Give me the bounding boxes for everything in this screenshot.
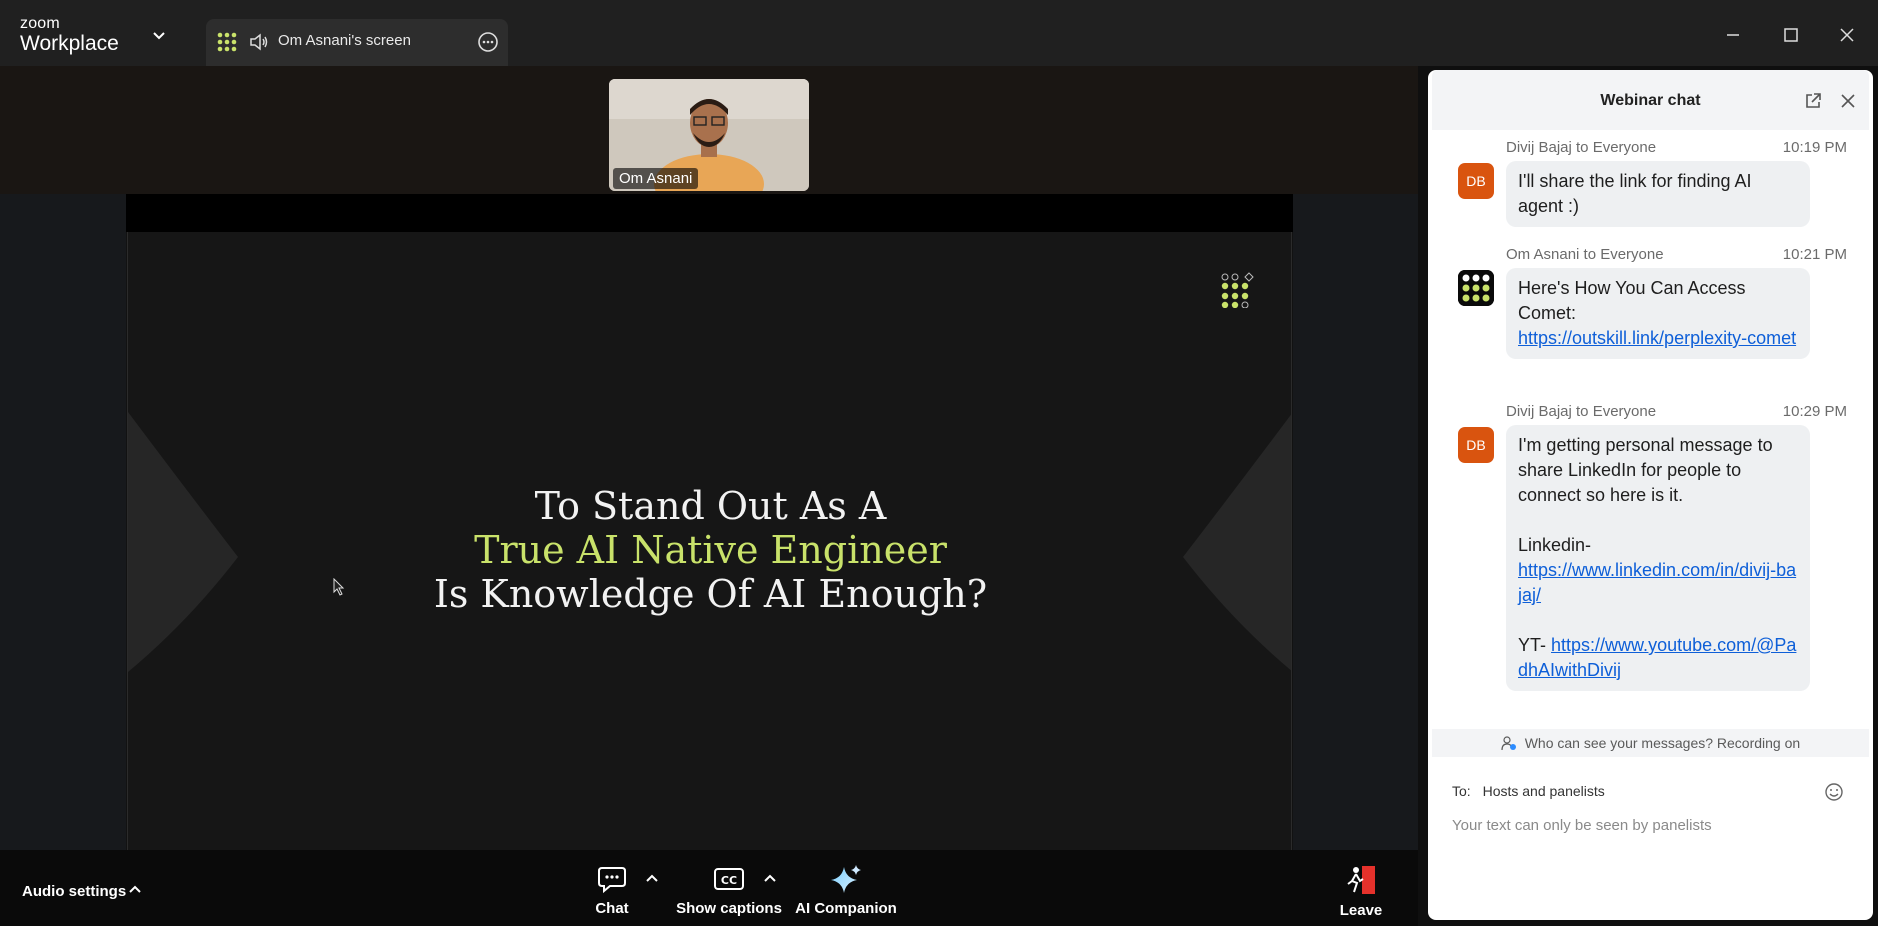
ai-companion-label: AI Companion — [795, 900, 897, 917]
participant-video-thumbnail[interactable]: Om Asnani — [609, 79, 809, 191]
grid-dots-icon[interactable] — [216, 31, 238, 53]
message-time: 10:29 PM — [1782, 403, 1847, 420]
leave-button[interactable]: Leave — [1336, 864, 1386, 919]
message-sender: Om Asnani to Everyone — [1506, 246, 1664, 263]
message-text: Here's How You Can Access Comet: — [1518, 278, 1746, 323]
brand-workplace: Workplace — [20, 32, 119, 55]
privacy-user-icon — [1501, 736, 1516, 751]
chat-message-input[interactable]: Your text can only be seen by panelists — [1452, 817, 1712, 834]
to-label: To: — [1452, 783, 1471, 799]
tab-title: Om Asnani's screen — [278, 32, 411, 49]
screen-share-tab[interactable]: Om Asnani's screen — [206, 19, 508, 66]
message-time: 10:21 PM — [1782, 246, 1847, 263]
youtube-link[interactable]: https://www.youtube.com/@PadhAIwithDivij — [1518, 635, 1796, 680]
mouse-cursor-icon — [333, 578, 345, 596]
recipient-value[interactable]: Hosts and panelists — [1483, 783, 1605, 799]
youtube-label: YT- — [1518, 635, 1547, 655]
show-captions-label: Show captions — [676, 900, 782, 917]
message-bubble[interactable]: I'll share the link for finding AI agent… — [1506, 161, 1810, 227]
avatar — [1458, 270, 1494, 306]
avatar: DB — [1458, 163, 1494, 199]
recipient-selector[interactable]: To: Hosts and panelists — [1452, 783, 1605, 799]
slide-headline: To Stand Out As A True AI Native Enginee… — [128, 484, 1291, 616]
linkedin-label: Linkedin- — [1518, 535, 1592, 555]
webinar-chat-panel: Webinar chat DB Divij Bajaj to Everyone … — [1428, 70, 1873, 920]
chat-button[interactable]: Chat — [593, 864, 631, 917]
om-avatar-dots-icon — [1458, 270, 1494, 306]
zoom-workplace-logo[interactable]: zoom Workplace — [20, 15, 119, 55]
privacy-text: Who can see your messages? Recording on — [1524, 735, 1801, 751]
zoom-window: zoom Workplace Om Asnani's screen Om Asn… — [0, 0, 1878, 926]
svg-text:CC: CC — [721, 874, 737, 887]
linkedin-link[interactable]: https://www.linkedin.com/in/divij-bajaj/ — [1518, 558, 1798, 608]
slide-line-2: True AI Native Engineer — [474, 528, 947, 572]
chevron-down-icon[interactable] — [152, 28, 166, 42]
more-options-icon[interactable] — [476, 30, 500, 54]
chat-label: Chat — [595, 900, 629, 917]
message-text: I'm getting personal message to share Li… — [1518, 435, 1773, 505]
presentation-slide: To Stand Out As A True AI Native Enginee… — [127, 232, 1292, 850]
audio-settings-button[interactable]: Audio settings — [22, 883, 126, 900]
participant-name-label: Om Asnani — [613, 168, 699, 189]
ai-companion-button[interactable]: AI Companion — [792, 864, 900, 917]
chevron-up-icon[interactable] — [128, 883, 142, 897]
chevron-up-icon[interactable] — [763, 872, 777, 886]
leave-door-icon — [1347, 866, 1375, 894]
message-sender: Divij Bajaj to Everyone — [1506, 403, 1657, 420]
meeting-controls: Audio settings Chat CC Show captions AI … — [0, 850, 1418, 926]
minimize-icon[interactable] — [1720, 22, 1746, 48]
ai-sparkle-icon — [831, 865, 861, 893]
message-link[interactable]: https://outskill.link/perplexity-comet — [1518, 328, 1796, 348]
message-bubble[interactable]: I'm getting personal message to share Li… — [1506, 425, 1810, 691]
avatar: DB — [1458, 427, 1494, 463]
message-text: I'll share the link for finding AI agent… — [1518, 171, 1752, 216]
slide-line-3: Is Knowledge Of AI Enough? — [433, 572, 988, 616]
closed-captions-icon: CC — [714, 868, 744, 890]
chat-header: Webinar chat — [1432, 70, 1869, 130]
message-time: 10:19 PM — [1782, 139, 1847, 156]
shared-screen[interactable]: To Stand Out As A True AI Native Enginee… — [126, 194, 1293, 850]
emoji-icon[interactable] — [1824, 782, 1844, 802]
brand-zoom: zoom — [20, 15, 60, 32]
leave-label: Leave — [1339, 902, 1383, 919]
chat-icon — [598, 867, 626, 894]
chevron-up-icon[interactable] — [645, 872, 659, 886]
shared-screen-topbar — [126, 194, 1293, 232]
message-bubble[interactable]: Here's How You Can Access Comet: https:/… — [1506, 268, 1810, 359]
slide-line-1: To Stand Out As A — [534, 484, 887, 528]
close-chat-icon[interactable] — [1839, 92, 1857, 110]
title-bar: zoom Workplace Om Asnani's screen — [0, 0, 1878, 66]
slide-logo-icon — [1221, 272, 1254, 308]
speaker-icon[interactable] — [248, 31, 270, 53]
message-sender: Divij Bajaj to Everyone — [1506, 139, 1657, 156]
recording-privacy-notice[interactable]: Who can see your messages? Recording on — [1432, 729, 1869, 757]
close-window-icon[interactable] — [1834, 22, 1860, 48]
maximize-icon[interactable] — [1778, 22, 1804, 48]
pop-out-icon[interactable] — [1804, 92, 1822, 110]
